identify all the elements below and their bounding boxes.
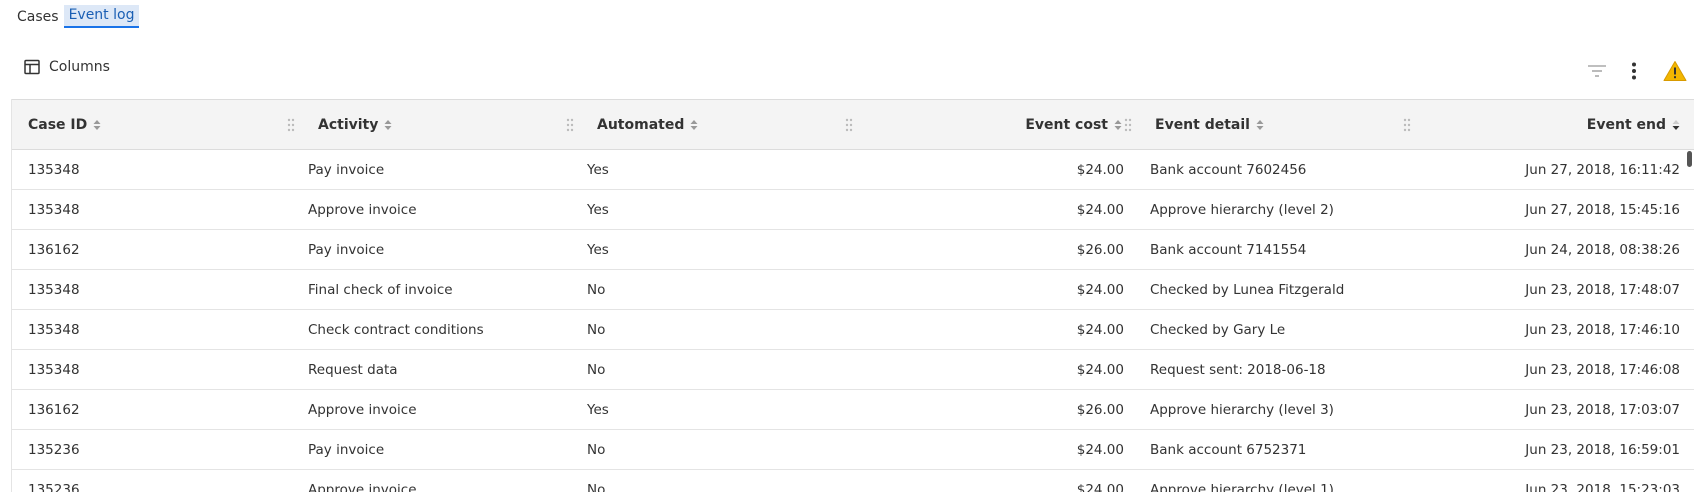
warning-icon[interactable]: [1662, 58, 1688, 84]
cell-event-detail: Request sent: 2018-06-18: [1150, 361, 1326, 378]
cell-activity: Request data: [308, 361, 398, 378]
cell-activity: Final check of invoice: [308, 281, 453, 298]
cell-activity: Approve invoice: [308, 401, 417, 418]
cell-event-cost: $24.00: [1076, 161, 1124, 178]
column-resize-handle[interactable]: [286, 117, 296, 133]
cell-event-end: Jun 23, 2018, 15:23:03: [1525, 481, 1680, 492]
filter-icon[interactable]: [1584, 58, 1610, 84]
table-row[interactable]: 135236 Pay invoice No $24.00 Bank accoun…: [12, 430, 1694, 470]
tab-event-log[interactable]: Event log: [63, 5, 140, 28]
cell-automated: No: [587, 441, 606, 458]
cell-event-cost: $24.00: [1076, 361, 1124, 378]
cell-event-detail: Approve hierarchy (level 1): [1150, 481, 1334, 492]
cell-activity: Pay invoice: [308, 161, 385, 178]
columns-label: Columns: [49, 59, 110, 75]
cell-automated: No: [587, 481, 606, 492]
cell-case-id: 136162: [28, 401, 80, 418]
column-resize-handle[interactable]: [1123, 117, 1133, 133]
cell-event-detail: Bank account 7602456: [1150, 161, 1307, 178]
cell-event-cost: $26.00: [1076, 241, 1124, 258]
cell-case-id: 135348: [28, 361, 80, 378]
cell-case-id: 135348: [28, 321, 80, 338]
columns-button[interactable]: Columns: [24, 59, 110, 75]
sort-icon[interactable]: [384, 119, 392, 131]
cell-event-detail: Bank account 6752371: [1150, 441, 1307, 458]
table-body: 135348 Pay invoice Yes $24.00 Bank accou…: [12, 150, 1694, 492]
cell-activity: Approve invoice: [308, 201, 417, 218]
sort-descending-icon[interactable]: [1672, 119, 1680, 131]
tab-cases[interactable]: Cases: [12, 7, 64, 28]
cell-case-id: 135348: [28, 281, 80, 298]
cell-event-cost: $26.00: [1076, 401, 1124, 418]
table-row[interactable]: 136162 Approve invoice Yes $26.00 Approv…: [12, 390, 1694, 430]
table-row[interactable]: 135236 Approve invoice No $24.00 Approve…: [12, 470, 1694, 492]
cell-case-id: 136162: [28, 241, 80, 258]
table-row[interactable]: 135348 Final check of invoice No $24.00 …: [12, 270, 1694, 310]
cell-automated: Yes: [587, 241, 609, 258]
column-resize-handle[interactable]: [844, 117, 854, 133]
cell-event-detail: Approve hierarchy (level 3): [1150, 401, 1334, 418]
cell-activity: Pay invoice: [308, 441, 385, 458]
event-log-table: Case ID Activity Automated Event cost Ev…: [11, 99, 1694, 492]
cell-automated: No: [587, 361, 606, 378]
cell-event-end: Jun 27, 2018, 15:45:16: [1525, 201, 1680, 218]
event-log-page: Cases Event log Columns Case ID Activity…: [0, 0, 1705, 492]
table-row[interactable]: 135348 Approve invoice Yes $24.00 Approv…: [12, 190, 1694, 230]
cell-event-detail: Approve hierarchy (level 2): [1150, 201, 1334, 218]
cell-event-detail: Checked by Lunea Fitzgerald: [1150, 281, 1345, 298]
cell-activity: Approve invoice: [308, 481, 417, 492]
table-toolbar: Columns: [0, 54, 1705, 88]
columns-icon: [24, 59, 40, 75]
table-row[interactable]: 135348 Request data No $24.00 Request se…: [12, 350, 1694, 390]
cell-case-id: 135236: [28, 481, 80, 492]
cell-event-detail: Checked by Gary Le: [1150, 321, 1286, 338]
cell-event-end: Jun 23, 2018, 17:46:10: [1525, 321, 1680, 338]
cell-event-end: Jun 27, 2018, 16:11:42: [1525, 161, 1680, 178]
cell-event-cost: $24.00: [1076, 481, 1124, 492]
cell-event-cost: $24.00: [1076, 441, 1124, 458]
cell-event-end: Jun 23, 2018, 17:48:07: [1525, 281, 1680, 298]
cell-automated: No: [587, 281, 606, 298]
header-event-detail[interactable]: Event detail: [1155, 100, 1264, 149]
cell-case-id: 135348: [28, 161, 80, 178]
more-vert-icon[interactable]: [1621, 58, 1647, 84]
cell-automated: Yes: [587, 401, 609, 418]
header-case-id[interactable]: Case ID: [28, 100, 101, 149]
cell-event-end: Jun 23, 2018, 16:59:01: [1525, 441, 1680, 458]
cell-activity: Pay invoice: [308, 241, 385, 258]
table-row[interactable]: 135348 Pay invoice Yes $24.00 Bank accou…: [12, 150, 1694, 190]
cell-case-id: 135236: [28, 441, 80, 458]
cell-event-cost: $24.00: [1076, 281, 1124, 298]
vertical-scrollbar[interactable]: [1687, 151, 1692, 167]
cell-event-end: Jun 23, 2018, 17:46:08: [1525, 361, 1680, 378]
sort-icon[interactable]: [1114, 119, 1122, 131]
table-row[interactable]: 136162 Pay invoice Yes $26.00 Bank accou…: [12, 230, 1694, 270]
table-header: Case ID Activity Automated Event cost Ev…: [12, 99, 1694, 150]
cell-automated: No: [587, 321, 606, 338]
sort-icon[interactable]: [1256, 119, 1264, 131]
cell-case-id: 135348: [28, 201, 80, 218]
header-activity[interactable]: Activity: [318, 100, 392, 149]
cell-activity: Check contract conditions: [308, 321, 484, 338]
view-tabs: Cases Event log: [12, 5, 140, 28]
sort-icon[interactable]: [690, 119, 698, 131]
sort-icon[interactable]: [93, 119, 101, 131]
cell-event-end: Jun 23, 2018, 17:03:07: [1525, 401, 1680, 418]
cell-event-cost: $24.00: [1076, 321, 1124, 338]
cell-event-end: Jun 24, 2018, 08:38:26: [1525, 241, 1680, 258]
column-resize-handle[interactable]: [565, 117, 575, 133]
cell-event-detail: Bank account 7141554: [1150, 241, 1307, 258]
column-resize-handle[interactable]: [1402, 117, 1412, 133]
cell-event-cost: $24.00: [1076, 201, 1124, 218]
cell-automated: Yes: [587, 161, 609, 178]
cell-automated: Yes: [587, 201, 609, 218]
header-automated[interactable]: Automated: [597, 100, 698, 149]
header-event-end[interactable]: Event end: [1432, 100, 1680, 149]
header-event-cost[interactable]: Event cost: [876, 100, 1122, 149]
table-row[interactable]: 135348 Check contract conditions No $24.…: [12, 310, 1694, 350]
